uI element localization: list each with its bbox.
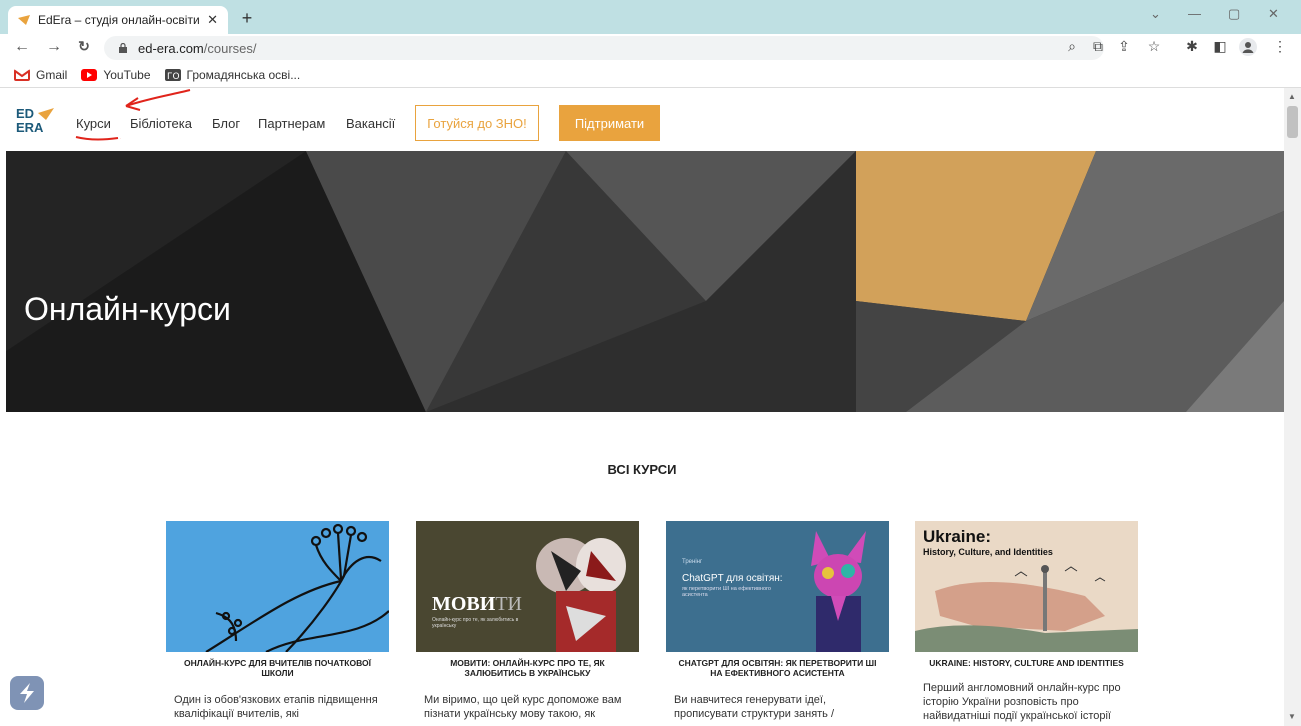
bookmark-label: Громадянська осві... bbox=[186, 67, 301, 82]
svg-text:ED: ED bbox=[16, 106, 34, 121]
new-tab-button[interactable]: + bbox=[236, 8, 258, 29]
bookmark-civic-education[interactable]: ГО Громадянська осві... bbox=[164, 67, 301, 82]
nav-vacancies[interactable]: Вакансії bbox=[346, 116, 395, 131]
course-title[interactable]: МОВИТИ: ОНЛАЙН-КУРС ПРО ТЕ, ЯК ЗАЛЮБИТИС… bbox=[422, 658, 633, 678]
scroll-down-icon[interactable]: ▼ bbox=[1288, 712, 1296, 721]
url-host: ed-era.com bbox=[138, 40, 204, 56]
profile-avatar-icon[interactable] bbox=[1238, 38, 1258, 59]
course-description: Ви навчитеся генерувати ідеї, прописуват… bbox=[674, 694, 835, 720]
page-scrollbar[interactable]: ▲ ▼ bbox=[1284, 88, 1301, 726]
address-input[interactable]: ed-era.com/courses/ bbox=[104, 36, 1104, 60]
course-image bbox=[166, 521, 389, 652]
share-icon[interactable]: ⇪ bbox=[1114, 38, 1134, 55]
image-title: Ukraine: bbox=[923, 527, 992, 546]
hero-banner: Онлайн-курси bbox=[6, 151, 1284, 412]
bookmark-youtube[interactable]: YouTube bbox=[81, 67, 151, 82]
menu-kebab-icon[interactable]: ⋮ bbox=[1270, 38, 1290, 55]
course-title[interactable]: ОНЛАЙН-КУРС ДЛЯ ВЧИТЕЛІВ ПОЧАТКОВОЇ ШКОЛ… bbox=[172, 658, 383, 678]
course-card-chatgpt[interactable]: Тренінг ChatGPT для освітян: як перетвор… bbox=[666, 521, 889, 726]
hero-background bbox=[6, 151, 1284, 412]
bookmark-label: YouTube bbox=[103, 67, 151, 82]
gmail-icon bbox=[14, 68, 30, 81]
prepare-zno-button[interactable]: Готуйся до ЗНО! bbox=[415, 105, 539, 141]
youtube-icon bbox=[81, 68, 98, 81]
scroll-up-icon[interactable]: ▲ bbox=[1288, 92, 1296, 101]
edera-favicon-icon bbox=[18, 15, 30, 25]
edera-logo[interactable]: ED ERA bbox=[16, 104, 60, 136]
lock-icon bbox=[119, 43, 127, 53]
reload-icon[interactable]: ↻ bbox=[74, 38, 94, 55]
bookmark-star-icon[interactable]: ☆ bbox=[1144, 38, 1164, 55]
bookmark-label: Gmail bbox=[36, 67, 68, 82]
course-description: Ми віримо, що цей курс допоможе вам пізн… bbox=[424, 694, 622, 720]
image-subtitle: як перетворити ШІ на ефективного асистен… bbox=[682, 586, 771, 598]
course-image: Тренінг ChatGPT для освітян: як перетвор… bbox=[666, 521, 889, 652]
hero-title: Онлайн-курси bbox=[24, 291, 231, 327]
restore-icon[interactable]: ▢ bbox=[1228, 6, 1240, 22]
course-title[interactable]: UKRAINE: HISTORY, CULTURE AND IDENTITIES bbox=[921, 658, 1132, 668]
tab-close-icon[interactable]: ✕ bbox=[207, 12, 218, 28]
bookmarks-bar: Gmail YouTube ГО Громадянська осві... bbox=[0, 62, 1301, 88]
svg-text:ERA: ERA bbox=[16, 120, 44, 135]
svg-text:ГО: ГО bbox=[167, 72, 180, 81]
course-image: Ukraine: History, Culture, and Identitie… bbox=[915, 521, 1138, 652]
image-subtitle: History, Culture, and Identities bbox=[923, 547, 1053, 557]
image-title-suffix: ТИ bbox=[495, 593, 523, 615]
support-button[interactable]: Підтримати bbox=[559, 105, 660, 141]
back-icon[interactable]: ← bbox=[12, 38, 32, 56]
image-title: ChatGPT для освітян: bbox=[682, 573, 783, 584]
nav-partners[interactable]: Партнерам bbox=[258, 116, 325, 131]
minimize-icon[interactable]: — bbox=[1188, 6, 1201, 21]
zoom-icon[interactable]: ⌕ bbox=[1062, 38, 1082, 55]
course-title[interactable]: CHATGPT ДЛЯ ОСВІТЯН: ЯК ПЕРЕТВОРИТИ ШІ Н… bbox=[672, 658, 883, 678]
course-card-ukraine-history[interactable]: Ukraine: History, Culture, and Identitie… bbox=[915, 521, 1138, 726]
course-card-primary-teachers[interactable]: ОНЛАЙН-КУРС ДЛЯ ВЧИТЕЛІВ ПОЧАТКОВОЇ ШКОЛ… bbox=[166, 521, 389, 726]
course-description: Перший англомовний онлайн-курс про істор… bbox=[923, 682, 1121, 722]
red-underline-annotation bbox=[75, 136, 119, 141]
forward-icon[interactable]: → bbox=[44, 38, 64, 56]
extensions-icon[interactable]: ✱ bbox=[1182, 38, 1202, 55]
browser-tab[interactable]: EdEra – студія онлайн-освіти ✕ bbox=[8, 6, 228, 34]
close-window-icon[interactable]: ✕ bbox=[1268, 6, 1279, 22]
civic-education-icon: ГО bbox=[164, 68, 181, 81]
url-path: /courses/ bbox=[203, 40, 257, 56]
translate-icon[interactable]: ⧉ bbox=[1088, 38, 1108, 55]
tab-search-icon[interactable]: ⌄ bbox=[1150, 6, 1161, 22]
side-panel-icon[interactable]: ◧ bbox=[1210, 38, 1230, 55]
image-subtitle: Онлайн-курс про те, як залюбитись в укра… bbox=[432, 617, 519, 629]
all-courses-heading: ВСІ КУРСИ bbox=[607, 462, 677, 477]
tab-title: EdEra – студія онлайн-освіти bbox=[38, 13, 200, 27]
course-card-movyty[interactable]: МОВИТИ Онлайн-курс про те, як залюбитись… bbox=[416, 521, 639, 726]
red-arrow-annotation bbox=[120, 89, 191, 140]
scrollbar-thumb[interactable] bbox=[1287, 106, 1298, 138]
nav-blog[interactable]: Блог bbox=[212, 116, 240, 131]
floating-helper-icon[interactable] bbox=[10, 676, 44, 710]
image-kicker: Тренінг bbox=[682, 559, 703, 565]
nav-courses[interactable]: Курси bbox=[76, 116, 111, 131]
image-title: МОВИ bbox=[432, 593, 496, 615]
bookmark-gmail[interactable]: Gmail bbox=[14, 68, 67, 82]
course-description: Один із обов'язкових етапів підвищення к… bbox=[174, 694, 378, 720]
course-image: МОВИТИ Онлайн-курс про те, як залюбитись… bbox=[416, 521, 639, 652]
